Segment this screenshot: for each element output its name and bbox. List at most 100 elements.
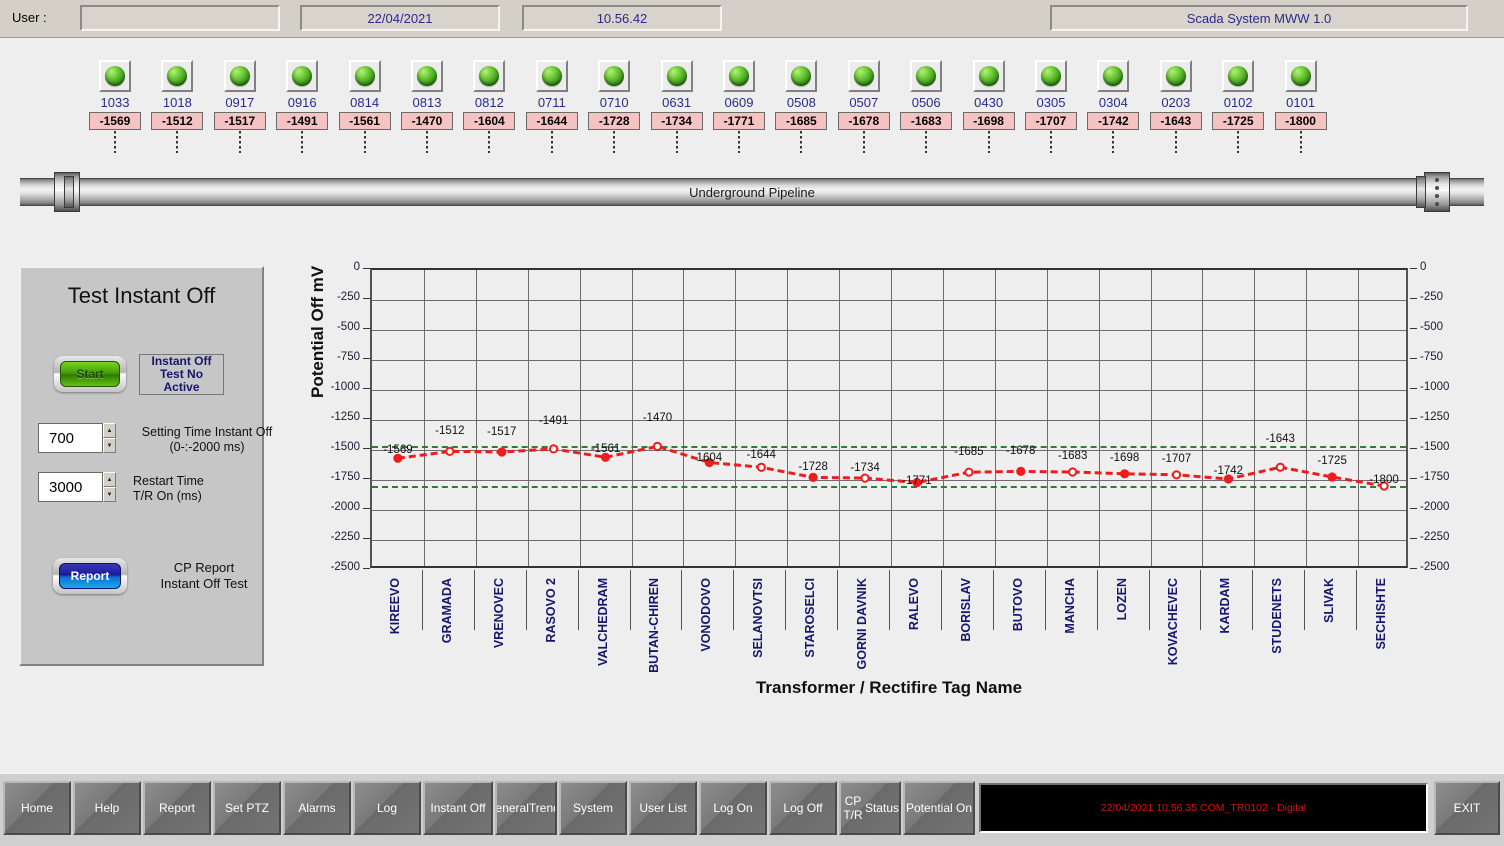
station-0711[interactable]: 0711 -1644: [521, 60, 583, 153]
toolbar-button-log-off[interactable]: Log Off: [769, 781, 837, 835]
toolbar-button-cp-t-r-status[interactable]: CP T/R Status: [839, 781, 901, 835]
toolbar-button-log-on[interactable]: Log On: [699, 781, 767, 835]
station-indicator-row: 1033 -1569 1018 -1512 0917 -1517 0916 -1491 0814…: [0, 60, 1504, 165]
station-led-box[interactable]: [847, 60, 880, 92]
station-0814[interactable]: 0814 -1561: [334, 60, 396, 153]
y-axis-tick: [363, 268, 370, 269]
station-led-box[interactable]: [1159, 60, 1192, 92]
station-potential-value: -1569: [89, 112, 141, 130]
toolbar-button-general-trends[interactable]: GeneralTrends: [495, 781, 557, 835]
chart-data-label: -1725: [1317, 455, 1347, 467]
report-button[interactable]: Report: [53, 558, 127, 594]
restart-time-input[interactable]: 3000: [38, 472, 103, 502]
station-0508[interactable]: 0508 -1685: [770, 60, 832, 153]
station-led-box[interactable]: [1284, 60, 1317, 92]
station-0101[interactable]: 0101 -1800: [1270, 60, 1332, 153]
restart-time-stepper[interactable]: ▲ ▼: [103, 472, 116, 502]
toolbar-button-home[interactable]: Home: [3, 781, 71, 835]
x-axis-category-label: SECHISHTE: [1374, 578, 1389, 650]
exit-button[interactable]: EXIT: [1434, 781, 1500, 835]
toolbar-button-set-ptz[interactable]: Set PTZ: [213, 781, 281, 835]
station-dropline-icon: [862, 131, 865, 153]
station-0609[interactable]: 0609 -1771: [708, 60, 770, 153]
x-axis-tick: [1200, 570, 1202, 630]
y-axis-tick-label-left: -1500: [330, 441, 360, 453]
station-potential-value: -1512: [151, 112, 204, 130]
station-led-box[interactable]: [223, 60, 256, 92]
station-led-box[interactable]: [785, 60, 818, 92]
station-0916[interactable]: 0916 -1491: [271, 60, 333, 153]
x-axis-tick: [473, 570, 475, 630]
station-0203[interactable]: 0203 -1643: [1145, 60, 1207, 153]
station-0917[interactable]: 0917 -1517: [209, 60, 271, 153]
x-axis-tick: [421, 570, 423, 630]
chart-data-label: -1685: [954, 446, 984, 459]
station-dropline-icon: [1237, 131, 1240, 153]
station-0631[interactable]: 0631 -1734: [646, 60, 708, 153]
station-led-box[interactable]: [660, 60, 693, 92]
x-axis-category-label: SELANOVTSI: [751, 578, 766, 658]
y-axis-tick-label-right: -250: [1420, 291, 1444, 303]
chart-series-layer: [393, 441, 1389, 491]
station-led-box[interactable]: [598, 60, 631, 92]
station-led-box[interactable]: [1097, 60, 1130, 92]
start-button[interactable]: Start: [54, 356, 126, 392]
setting-time-decrement-icon[interactable]: ▼: [103, 438, 116, 453]
station-0507[interactable]: 0507 -1678: [833, 60, 895, 153]
station-led-box[interactable]: [473, 60, 506, 92]
setting-time-label: Setting Time Instant Off (0-:-2000 ms): [141, 425, 273, 454]
toolbar-button-system[interactable]: System: [559, 781, 627, 835]
x-axis-category-label: STAROSELCI: [803, 578, 818, 658]
y-axis-tick: [363, 448, 370, 449]
y-axis-tick: [363, 538, 370, 539]
chart-data-label: -1517: [487, 426, 517, 439]
station-tag-label: 0101: [1286, 95, 1316, 110]
setting-time-input[interactable]: 700: [38, 423, 103, 453]
station-0813[interactable]: 0813 -1470: [396, 60, 458, 153]
station-led-box[interactable]: [1222, 60, 1255, 92]
station-0812[interactable]: 0812 -1604: [458, 60, 520, 153]
toolbar-button-alarms[interactable]: Alarms: [283, 781, 351, 835]
green-led-icon: [1290, 66, 1311, 86]
pipeline-label: Underground Pipeline: [689, 184, 815, 200]
station-0102[interactable]: 0102 -1725: [1207, 60, 1269, 153]
toolbar-button-report[interactable]: Report: [143, 781, 211, 835]
restart-time-decrement-icon[interactable]: ▼: [103, 487, 116, 502]
station-0710[interactable]: 0710 -1728: [583, 60, 645, 153]
station-led-box[interactable]: [286, 60, 319, 92]
green-led-icon: [916, 66, 937, 86]
station-led-box[interactable]: [411, 60, 443, 92]
station-0304[interactable]: 0304 -1742: [1082, 60, 1144, 153]
setting-time-stepper[interactable]: ▲ ▼: [103, 423, 116, 453]
user-field[interactable]: [80, 5, 280, 31]
station-led-box[interactable]: [99, 60, 131, 92]
station-0305[interactable]: 0305 -1707: [1020, 60, 1082, 153]
station-1033[interactable]: 1033 -1569: [84, 60, 146, 153]
station-led-box[interactable]: [723, 60, 755, 92]
toolbar-button-log[interactable]: Log: [353, 781, 421, 835]
toolbar-button-instant-off[interactable]: Instant Off: [423, 781, 493, 835]
toolbar-button-help[interactable]: Help: [73, 781, 141, 835]
toolbar-button-user-list[interactable]: User List: [629, 781, 697, 835]
station-tag-label: 1033: [100, 95, 130, 110]
restart-time-increment-icon[interactable]: ▲: [103, 472, 116, 487]
station-led-box[interactable]: [910, 60, 943, 92]
chart-data-point: [1120, 469, 1130, 479]
station-led-box[interactable]: [1035, 60, 1067, 92]
toolbar-button-potential-on[interactable]: Potential On: [903, 781, 975, 835]
setting-time-increment-icon[interactable]: ▲: [103, 423, 116, 438]
station-potential-value: -1604: [463, 112, 516, 130]
station-led-box[interactable]: [161, 60, 194, 92]
station-dropline-icon: [550, 131, 553, 153]
station-led-box[interactable]: [348, 60, 381, 92]
station-1018[interactable]: 1018 -1512: [146, 60, 208, 153]
x-axis-tick: [1252, 570, 1254, 630]
station-led-box[interactable]: [972, 60, 1005, 92]
station-0430[interactable]: 0430 -1698: [958, 60, 1020, 153]
y-axis-tick: [363, 478, 370, 479]
y-axis-tick-label-left: -250: [336, 291, 360, 303]
station-led-box[interactable]: [535, 60, 568, 92]
station-0506[interactable]: 0506 -1683: [895, 60, 957, 153]
station-dropline-icon: [1112, 131, 1115, 153]
y-axis-tick-label-right: -1750: [1420, 471, 1450, 483]
